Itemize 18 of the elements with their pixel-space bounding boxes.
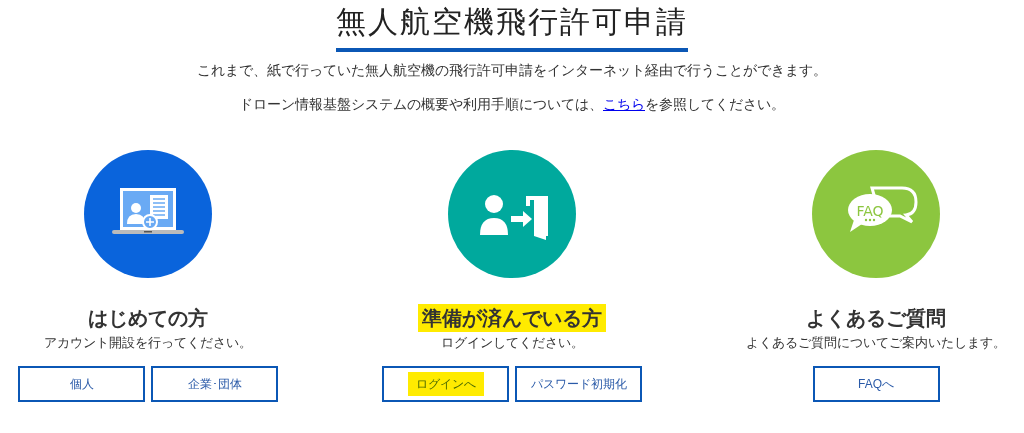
login-door-icon	[448, 150, 576, 278]
nav-button[interactable]: 個人	[18, 366, 145, 402]
nav-button[interactable]: ログインへ	[382, 366, 509, 402]
link[interactable]: こちら	[603, 96, 645, 112]
page-title: 無人航空機飛行許可申請	[336, 4, 688, 40]
nav-button[interactable]: パスワード初期化	[515, 366, 642, 402]
section-heading: はじめての方	[87, 306, 209, 331]
intro-text: これまで、紙で行っていた無人航空機の飛行許可申請をインターネット経由で行うことができます。	[197, 61, 827, 80]
intro-text: ドローン情報基盤システムの概要や利用手順については、こちら を参照してください。	[239, 95, 785, 114]
section-description: よくあるご質問についてご案内いたします。	[746, 334, 1006, 352]
nav-button[interactable]: FAQへ	[812, 366, 940, 402]
laptop-user-icon	[84, 150, 212, 278]
section-description: ログインしてください。	[440, 334, 584, 352]
section-heading: よくあるご質問	[805, 306, 947, 331]
speech-bubbles-icon: FAQ	[812, 150, 940, 278]
nav-button[interactable]: 企業･団体	[151, 366, 278, 402]
section-description: アカウント開設を行ってください。	[44, 334, 252, 352]
section-heading: 準備が済んでいる方	[418, 304, 606, 332]
